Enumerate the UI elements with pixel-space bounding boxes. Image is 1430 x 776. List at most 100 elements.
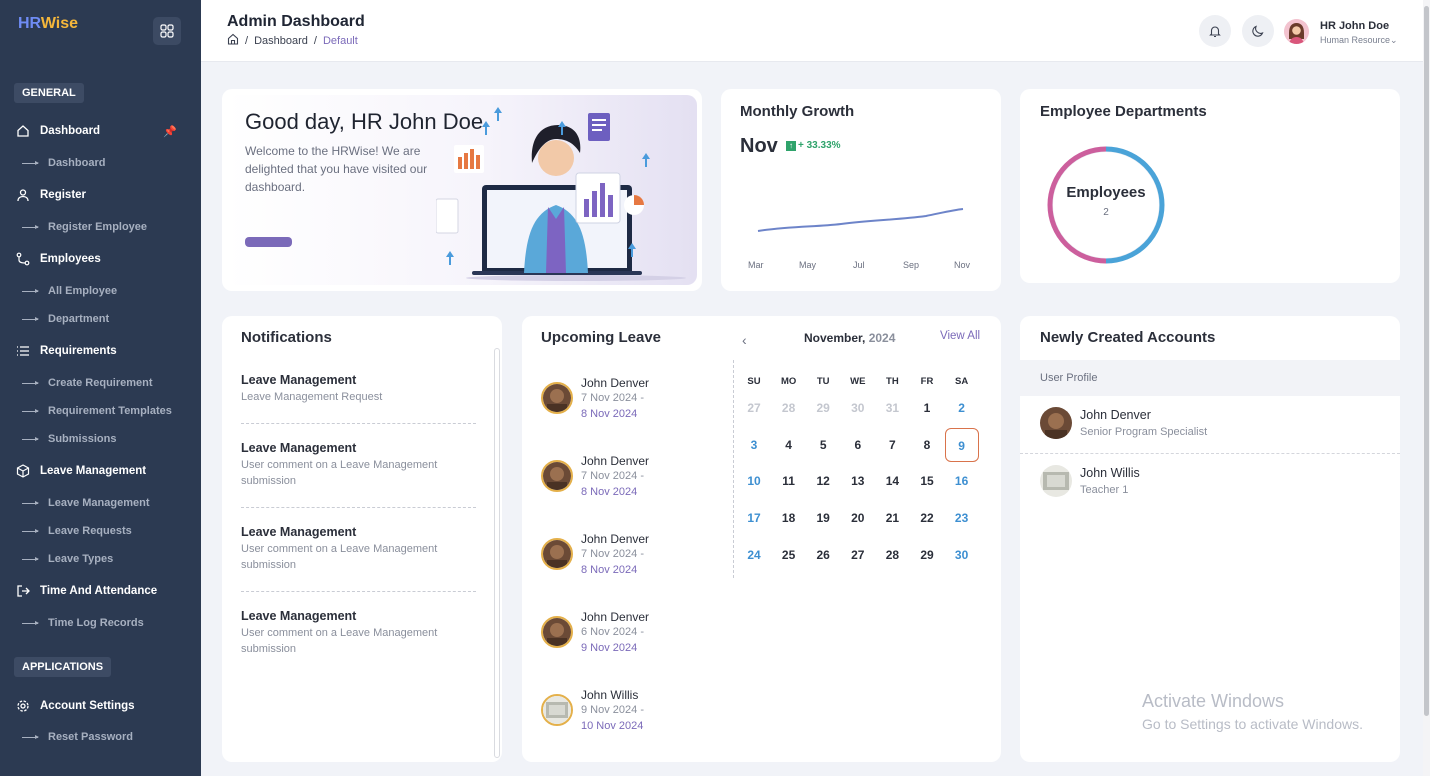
sidebar-item-account-settings[interactable]: Account Settings bbox=[16, 697, 135, 715]
calendar-day[interactable]: 7 bbox=[875, 428, 909, 462]
account-role: Senior Program Specialist bbox=[1080, 426, 1208, 438]
calendar-day[interactable]: 5 bbox=[806, 428, 840, 462]
home-icon[interactable] bbox=[227, 33, 239, 48]
notifications-scrollbar[interactable] bbox=[494, 348, 500, 758]
breadcrumb-separator: / bbox=[245, 34, 249, 47]
calendar-day[interactable]: 14 bbox=[875, 464, 909, 498]
calendar-day[interactable]: 12 bbox=[806, 464, 840, 498]
brand-logo[interactable]: HRWise bbox=[18, 15, 78, 33]
calendar-day[interactable]: 22 bbox=[910, 501, 944, 535]
sidebar-sub-submissions[interactable]: Submissions bbox=[22, 431, 116, 447]
calendar-day[interactable]: 13 bbox=[841, 464, 875, 498]
leave-item[interactable]: John Denver 7 Nov 2024 - 8 Nov 2024 bbox=[541, 454, 721, 504]
calendar-day[interactable]: 10 bbox=[737, 464, 771, 498]
box-icon bbox=[16, 464, 30, 478]
calendar-day[interactable]: 31 bbox=[875, 391, 909, 425]
arrow-icon bbox=[22, 500, 39, 505]
notification-item[interactable]: Leave Management User comment on a Leave… bbox=[241, 525, 476, 573]
chevron-left-icon[interactable]: ‹ bbox=[742, 332, 747, 348]
section-general: GENERAL bbox=[14, 83, 84, 103]
table-row[interactable]: John Willis Teacher 1 bbox=[1020, 454, 1400, 512]
calendar-day[interactable]: 4 bbox=[772, 428, 806, 462]
table-row[interactable]: John Denver Senior Program Specialist bbox=[1020, 396, 1400, 454]
leave-name: John Denver bbox=[581, 376, 650, 390]
arrow-icon bbox=[22, 528, 39, 533]
calendar-day[interactable]: 24 bbox=[737, 538, 771, 572]
leave-item[interactable]: John Willis 9 Nov 2024 - 10 Nov 2024 bbox=[541, 688, 721, 738]
notification-item[interactable]: Leave Management Leave Management Reques… bbox=[241, 373, 476, 405]
user-role-dropdown[interactable]: Human Resource⌄ bbox=[1320, 35, 1398, 46]
apps-grid-icon[interactable] bbox=[153, 17, 181, 45]
scrollbar-thumb[interactable] bbox=[1424, 6, 1429, 716]
weekday-label: WE bbox=[850, 376, 866, 387]
calendar-day[interactable]: 25 bbox=[772, 538, 806, 572]
gear-icon bbox=[16, 699, 30, 713]
sidebar-item-time-attendance[interactable]: Time And Attendance bbox=[16, 582, 157, 600]
sidebar-sub-leave-types[interactable]: Leave Types bbox=[22, 551, 113, 567]
calendar-day[interactable]: 27 bbox=[737, 391, 771, 425]
view-all-link[interactable]: View All bbox=[940, 330, 980, 342]
calendar-day[interactable]: 28 bbox=[772, 391, 806, 425]
sidebar-sub-leave-requests[interactable]: Leave Requests bbox=[22, 523, 132, 539]
sidebar-sub-time-log-records[interactable]: Time Log Records bbox=[22, 615, 144, 631]
calendar-day[interactable]: 3 bbox=[737, 428, 771, 462]
sidebar-item-requirements[interactable]: Requirements bbox=[16, 342, 117, 360]
sidebar-sub-department[interactable]: Department bbox=[22, 311, 109, 327]
user-avatar[interactable] bbox=[1284, 19, 1309, 44]
calendar-day[interactable]: 27 bbox=[841, 538, 875, 572]
calendar-day[interactable]: 29 bbox=[806, 391, 840, 425]
calendar-day[interactable]: 8 bbox=[910, 428, 944, 462]
calendar-day[interactable]: 30 bbox=[841, 391, 875, 425]
pin-icon[interactable]: 📌 bbox=[163, 125, 177, 138]
sidebar-sub-reset-password[interactable]: Reset Password bbox=[22, 729, 133, 745]
leave-item[interactable]: John Denver 7 Nov 2024 - 8 Nov 2024 bbox=[541, 532, 721, 582]
calendar-day[interactable]: 16 bbox=[945, 464, 979, 498]
calendar-day[interactable]: 9 bbox=[944, 428, 979, 462]
calendar-day[interactable]: 1 bbox=[910, 391, 944, 425]
route-icon bbox=[16, 252, 30, 266]
page-scrollbar[interactable] bbox=[1423, 0, 1430, 776]
calendar-day[interactable]: 29 bbox=[910, 538, 944, 572]
sidebar-sub-register-employee[interactable]: Register Employee bbox=[22, 219, 147, 235]
calendar-day[interactable]: 2 bbox=[945, 391, 979, 425]
sidebar-sub-leave-management[interactable]: Leave Management bbox=[22, 495, 149, 511]
leave-item[interactable]: John Denver 6 Nov 2024 - 9 Nov 2024 bbox=[541, 610, 721, 660]
notification-title: Leave Management bbox=[241, 609, 357, 623]
notification-item[interactable]: Leave Management User comment on a Leave… bbox=[241, 609, 476, 657]
notifications-title: Notifications bbox=[241, 329, 332, 346]
notification-item[interactable]: Leave Management User comment on a Leave… bbox=[241, 441, 476, 489]
donut-value: 2 bbox=[1103, 207, 1109, 218]
user-name[interactable]: HR John Doe bbox=[1320, 20, 1389, 32]
calendar-day[interactable]: 23 bbox=[945, 501, 979, 535]
leave-item[interactable]: John Denver 7 Nov 2024 - 8 Nov 2024 bbox=[541, 376, 721, 426]
sidebar-item-dashboard[interactable]: Dashboard bbox=[16, 122, 100, 140]
sidebar-sub-create-requirement[interactable]: Create Requirement bbox=[22, 375, 153, 391]
avatar bbox=[1040, 465, 1072, 497]
sidebar-sub-requirement-templates[interactable]: Requirement Templates bbox=[22, 403, 172, 419]
breadcrumb-dashboard[interactable]: Dashboard bbox=[254, 35, 308, 47]
calendar-day[interactable]: 26 bbox=[806, 538, 840, 572]
calendar-day[interactable]: 18 bbox=[772, 501, 806, 535]
calendar-day[interactable]: 6 bbox=[841, 428, 875, 462]
welcome-button[interactable] bbox=[245, 237, 292, 247]
calendar-day[interactable]: 21 bbox=[875, 501, 909, 535]
calendar-day[interactable]: 17 bbox=[737, 501, 771, 535]
sidebar-item-label: Employees bbox=[40, 253, 101, 265]
user-icon bbox=[16, 188, 30, 202]
sidebar-sub-dashboard[interactable]: Dashboard bbox=[22, 155, 105, 171]
sidebar-item-label: Reset Password bbox=[48, 731, 133, 743]
activate-windows-title: Activate Windows bbox=[1142, 691, 1285, 711]
calendar-day[interactable]: 11 bbox=[772, 464, 806, 498]
calendar-day[interactable]: 19 bbox=[806, 501, 840, 535]
sidebar-item-employees[interactable]: Employees bbox=[16, 250, 101, 268]
calendar-day[interactable]: 20 bbox=[841, 501, 875, 535]
calendar-day[interactable]: 28 bbox=[875, 538, 909, 572]
calendar-day[interactable]: 30 bbox=[945, 538, 979, 572]
calendar-day[interactable]: 15 bbox=[910, 464, 944, 498]
dark-mode-toggle[interactable] bbox=[1242, 15, 1274, 47]
sidebar-sub-all-employee[interactable]: All Employee bbox=[22, 283, 117, 299]
notification-bell-button[interactable] bbox=[1199, 15, 1231, 47]
sidebar-item-leave-management[interactable]: Leave Management bbox=[16, 462, 146, 480]
arrow-icon bbox=[22, 436, 39, 441]
sidebar-item-register[interactable]: Register bbox=[16, 186, 86, 204]
